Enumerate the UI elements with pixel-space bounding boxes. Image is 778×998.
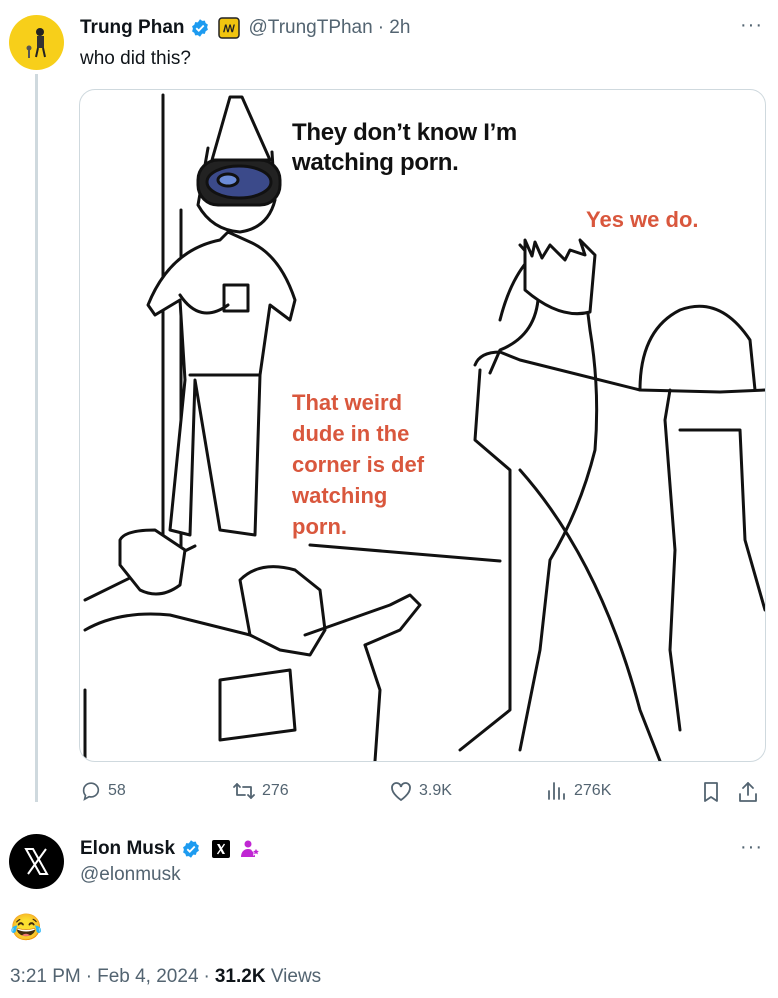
like-button[interactable]: 3.9K	[389, 780, 452, 802]
meme-caption-mid: That weird dude in the corner is def wat…	[292, 390, 425, 539]
bookmark-button[interactable]	[700, 780, 722, 809]
views-label: Views	[270, 966, 322, 987]
repost-button[interactable]: 276	[232, 780, 289, 802]
reply-icon	[82, 782, 100, 801]
more-options-button[interactable]: ···	[740, 836, 763, 859]
reply-button[interactable]: 58	[80, 780, 126, 802]
views-count: 276K	[574, 782, 612, 799]
thread-line	[35, 74, 38, 802]
affiliate-badge-icon: ꟿ	[217, 17, 240, 39]
post-time[interactable]: 3:21 PM	[10, 966, 81, 988]
share-icon	[739, 782, 757, 802]
views-count: 31.2K	[214, 966, 266, 987]
author-name[interactable]: Trung Phan	[80, 17, 185, 39]
meme-image[interactable]: They don’t know I’m watching porn. Yes w…	[79, 89, 766, 762]
tweet1-header: Trung Phan ꟿ @TrungTPhan · 2h	[80, 16, 410, 40]
tweet2-header: Elon Musk	[80, 837, 261, 861]
meme-caption-right: Yes we do.	[586, 207, 699, 232]
svg-text:ꟿ: ꟿ	[223, 24, 235, 35]
like-count: 3.9K	[419, 782, 452, 799]
x-affiliate-badge-icon	[212, 840, 231, 858]
share-button[interactable]	[737, 780, 759, 809]
views-icon	[548, 782, 565, 800]
avatar-elon-musk[interactable]	[9, 834, 64, 889]
post-time[interactable]: · 2h	[378, 17, 411, 39]
avatar-figure-icon	[26, 28, 46, 58]
author-handle[interactable]: @elonmusk	[80, 864, 181, 886]
person-star-icon	[241, 840, 261, 857]
author-handle[interactable]: @TrungTPhan	[249, 17, 373, 39]
tweet-text: 😂	[10, 912, 43, 942]
more-options-button[interactable]: ···	[740, 14, 763, 37]
x-logo-icon	[24, 848, 49, 875]
repost-count: 276	[262, 782, 289, 799]
verified-badge-icon	[183, 840, 199, 858]
separator: ·	[85, 966, 93, 987]
like-icon	[391, 782, 411, 802]
post-date[interactable]: Feb 4, 2024	[97, 966, 198, 988]
tweet-text: who did this?	[80, 48, 191, 69]
bookmark-icon	[704, 782, 718, 802]
avatar-trung-phan[interactable]	[9, 15, 64, 70]
tweet-footer: 3:21 PM · Feb 4, 2024 · 31.2K Views	[10, 966, 321, 988]
views-button[interactable]: 276K	[546, 780, 611, 802]
verified-badge-icon	[191, 19, 208, 37]
repost-icon	[233, 783, 255, 799]
author-name[interactable]: Elon Musk	[80, 838, 175, 860]
reply-count: 58	[108, 782, 126, 799]
separator: ·	[203, 966, 210, 987]
meme-caption-top: They don’t know I’m watching porn.	[292, 119, 517, 176]
